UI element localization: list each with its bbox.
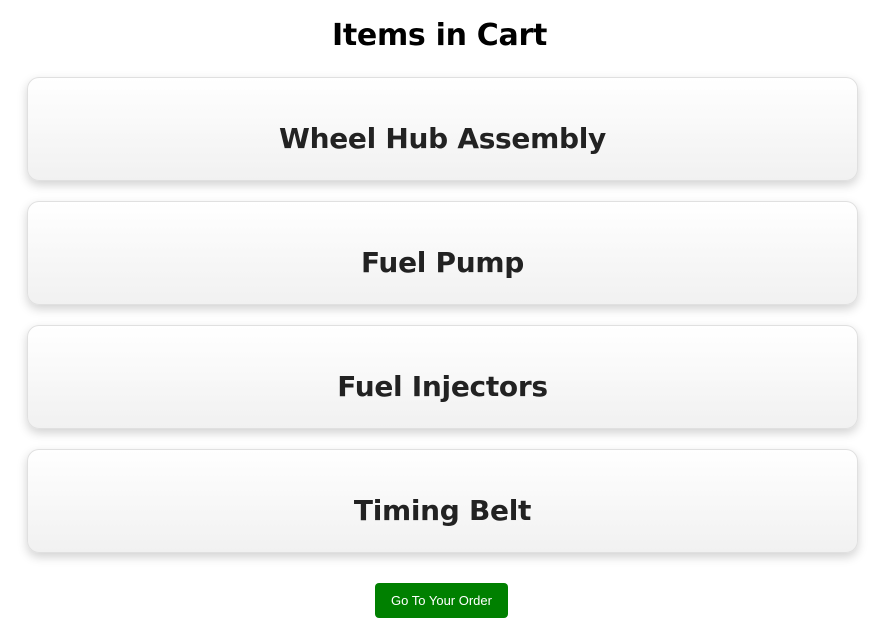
cart-item-name: Fuel Injectors [337, 369, 548, 403]
cart-item-name: Wheel Hub Assembly [279, 121, 606, 155]
cart-item-fuel-injectors[interactable]: Fuel Injectors [27, 325, 858, 429]
cart-list: Wheel Hub Assembly Fuel Pump Fuel Inject… [27, 77, 858, 553]
page-title: Items in Cart [332, 18, 547, 53]
cart-item-timing-belt[interactable]: Timing Belt [27, 449, 858, 553]
cart-item-wheel-hub-assembly[interactable]: Wheel Hub Assembly [27, 77, 858, 181]
cart-item-name: Timing Belt [353, 493, 532, 527]
cart-item-fuel-pump[interactable]: Fuel Pump [27, 201, 858, 305]
cart-item-name: Fuel Pump [361, 245, 524, 279]
go-to-order-button[interactable]: Go To Your Order [375, 583, 508, 618]
